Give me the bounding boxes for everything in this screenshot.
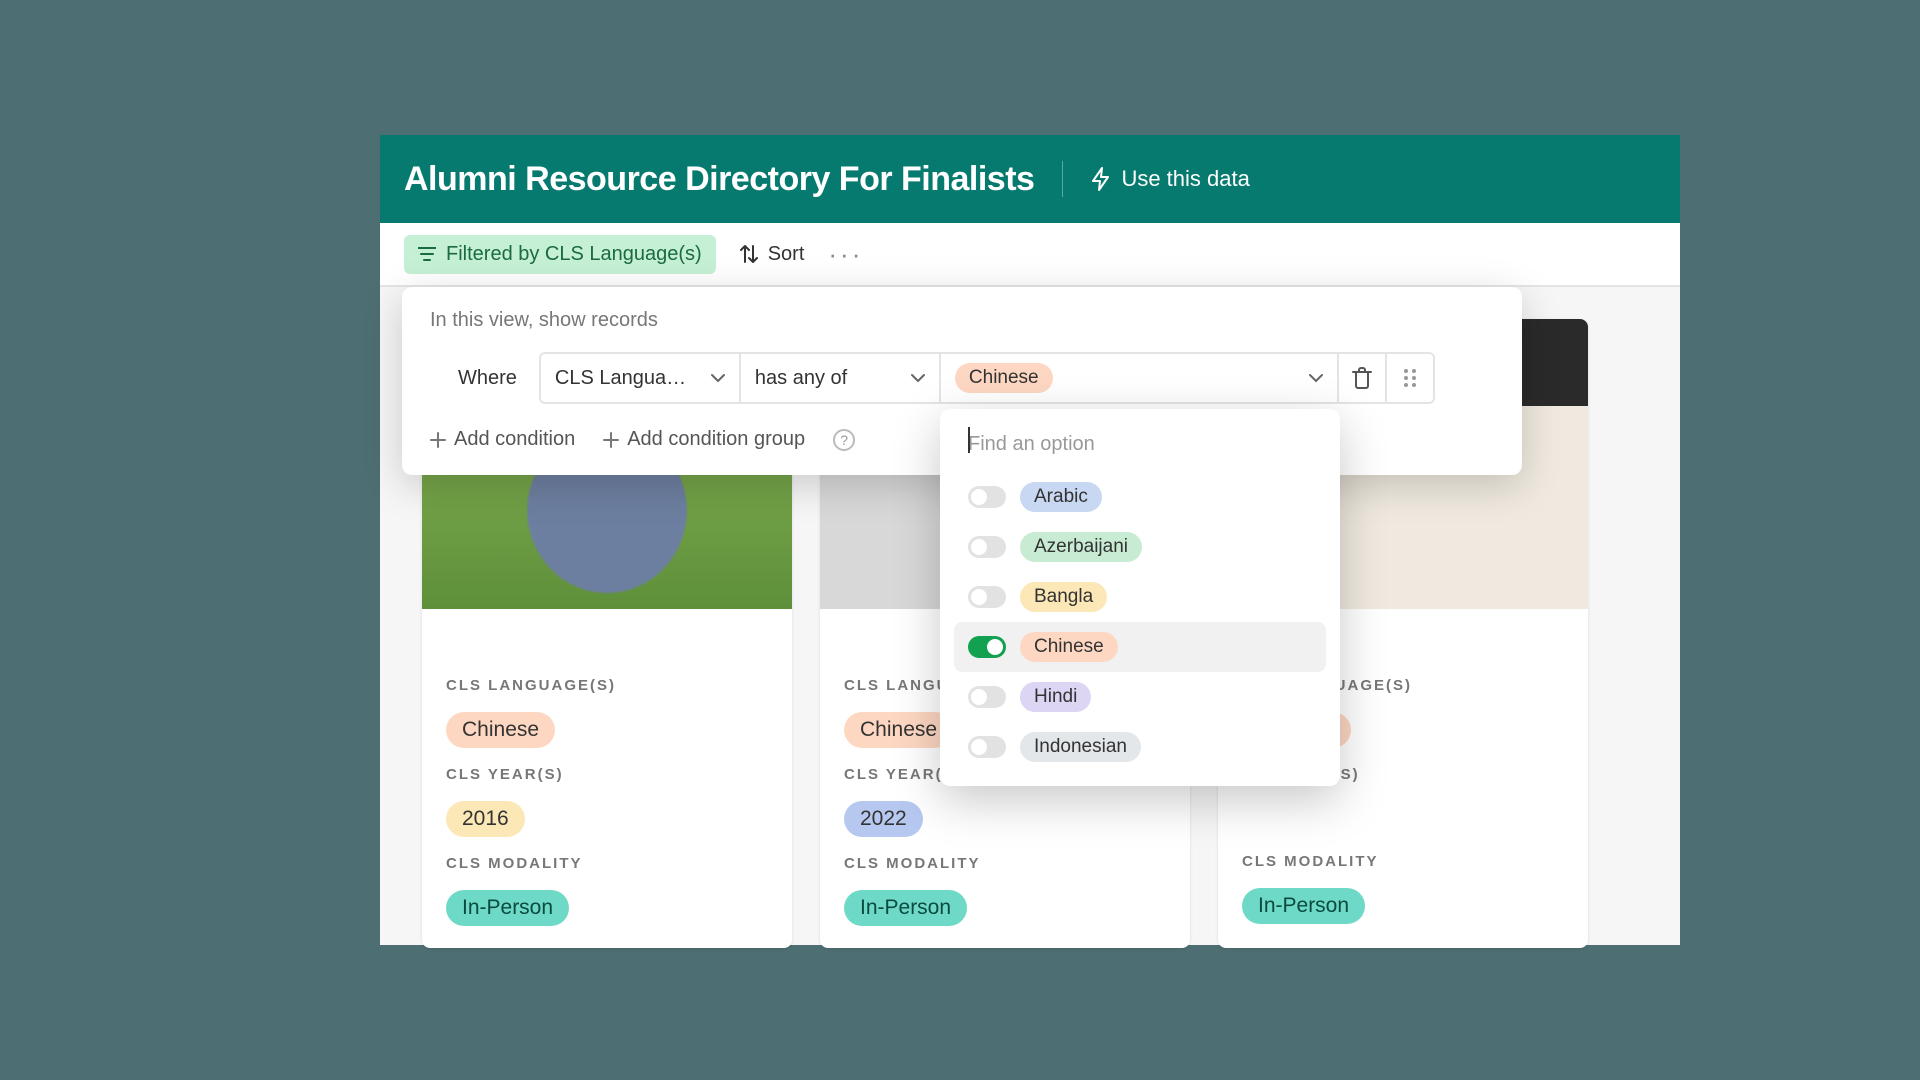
plus-icon bbox=[603, 432, 619, 448]
use-this-data-label: Use this data bbox=[1121, 166, 1249, 192]
year-tag: 2016 bbox=[446, 801, 525, 837]
option-chinese[interactable]: Chinese bbox=[954, 622, 1326, 672]
view-toolbar: Filtered by CLS Language(s) Sort ··· bbox=[380, 223, 1680, 287]
drag-condition-handle[interactable] bbox=[1387, 352, 1435, 404]
field-label-language: CLS LANGUAGE(S) bbox=[446, 677, 768, 694]
option-toggle[interactable] bbox=[968, 586, 1006, 608]
lightning-icon bbox=[1091, 167, 1111, 191]
condition-field-value: CLS Langua… bbox=[555, 367, 686, 390]
trash-icon bbox=[1352, 367, 1372, 389]
option-azerbaijani[interactable]: Azerbaijani bbox=[954, 522, 1326, 572]
option-toggle[interactable] bbox=[968, 686, 1006, 708]
condition-value-tag: Chinese bbox=[955, 363, 1053, 393]
plus-icon bbox=[430, 432, 446, 448]
card-body: CLS LANGUAGE(S) Chinese CLS YEAR(S) 2016… bbox=[422, 609, 792, 948]
add-condition-group-label: Add condition group bbox=[627, 428, 805, 451]
where-label: Where bbox=[458, 367, 517, 390]
chevron-down-icon bbox=[911, 373, 925, 383]
sort-label: Sort bbox=[768, 243, 805, 266]
delete-condition-button[interactable] bbox=[1339, 352, 1387, 404]
condition-operator-select[interactable]: has any of bbox=[739, 352, 939, 404]
sort-button[interactable]: Sort bbox=[740, 243, 805, 266]
condition-value-select[interactable]: Chinese bbox=[939, 352, 1339, 404]
option-bangla[interactable]: Bangla bbox=[954, 572, 1326, 622]
help-icon[interactable]: ? bbox=[833, 429, 855, 451]
app-header: Alumni Resource Directory For Finalists … bbox=[380, 135, 1680, 223]
sort-icon bbox=[740, 244, 758, 264]
year-tag: 2022 bbox=[844, 801, 923, 837]
year-tag-empty bbox=[1242, 801, 1564, 835]
field-label-modality: CLS MODALITY bbox=[1242, 853, 1564, 870]
header-divider bbox=[1062, 161, 1063, 197]
card-name bbox=[446, 631, 768, 659]
option-tag: Hindi bbox=[1020, 682, 1091, 712]
modality-tag: In-Person bbox=[446, 890, 569, 926]
option-search-input[interactable] bbox=[954, 427, 1326, 472]
filter-condition-row: Where CLS Langua… has any of Chinese bbox=[430, 352, 1494, 404]
condition-operator-value: has any of bbox=[755, 367, 847, 390]
option-toggle[interactable] bbox=[968, 636, 1006, 658]
field-label-modality: CLS MODALITY bbox=[844, 855, 1166, 872]
chevron-down-icon bbox=[1309, 373, 1323, 383]
page-title: Alumni Resource Directory For Finalists bbox=[404, 160, 1034, 199]
content-area: CLS LANGUAGE(S) Chinese CLS YEAR(S) 2016… bbox=[380, 287, 1680, 945]
option-tag: Azerbaijani bbox=[1020, 532, 1142, 562]
filter-value-options-popover: Arabic Azerbaijani Bangla Chinese Hindi Indon… bbox=[940, 409, 1340, 786]
app-window: Alumni Resource Directory For Finalists … bbox=[380, 135, 1680, 945]
modality-tag: In-Person bbox=[844, 890, 967, 926]
modality-tag: In-Person bbox=[1242, 888, 1365, 924]
option-toggle[interactable] bbox=[968, 736, 1006, 758]
option-toggle[interactable] bbox=[968, 536, 1006, 558]
option-tag: Arabic bbox=[1020, 482, 1102, 512]
language-tag: Chinese bbox=[446, 712, 555, 748]
field-label-modality: CLS MODALITY bbox=[446, 855, 768, 872]
field-label-year: CLS YEAR(S) bbox=[446, 766, 768, 783]
options-list: Arabic Azerbaijani Bangla Chinese Hindi Indon… bbox=[954, 472, 1326, 772]
filter-hint: In this view, show records bbox=[430, 309, 1494, 332]
option-indonesian[interactable]: Indonesian bbox=[954, 722, 1326, 772]
option-tag: Bangla bbox=[1020, 582, 1107, 612]
option-toggle[interactable] bbox=[968, 486, 1006, 508]
use-this-data-button[interactable]: Use this data bbox=[1091, 166, 1249, 192]
option-tag: Chinese bbox=[1020, 632, 1118, 662]
option-hindi[interactable]: Hindi bbox=[954, 672, 1326, 722]
add-condition-group-button[interactable]: Add condition group bbox=[603, 428, 805, 451]
add-condition-label: Add condition bbox=[454, 428, 575, 451]
add-condition-button[interactable]: Add condition bbox=[430, 428, 575, 451]
more-menu-button[interactable]: ··· bbox=[828, 239, 863, 270]
option-tag: Indonesian bbox=[1020, 732, 1141, 762]
drag-handle-icon bbox=[1402, 368, 1418, 388]
language-tag: Chinese bbox=[844, 712, 953, 748]
chevron-down-icon bbox=[711, 373, 725, 383]
slide-canvas: Alumni Resource Directory For Finalists … bbox=[240, 135, 1680, 945]
filter-icon bbox=[418, 246, 436, 262]
filter-chip[interactable]: Filtered by CLS Language(s) bbox=[404, 235, 716, 274]
filter-chip-label: Filtered by CLS Language(s) bbox=[446, 243, 702, 266]
condition-field-select[interactable]: CLS Langua… bbox=[539, 352, 739, 404]
text-cursor bbox=[968, 427, 970, 453]
option-arabic[interactable]: Arabic bbox=[954, 472, 1326, 522]
